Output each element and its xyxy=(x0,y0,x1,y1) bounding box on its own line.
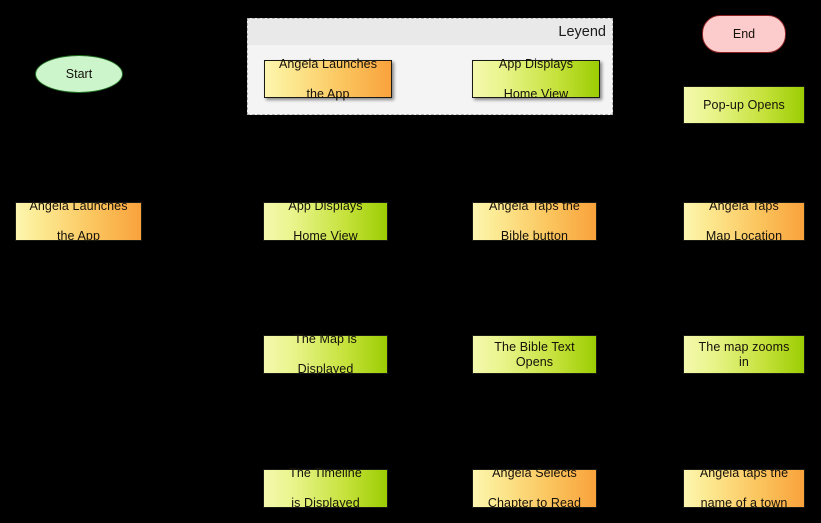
node-angela-taps-the-bible-button[interactable]: Angela Taps the Bible button xyxy=(472,199,597,244)
node-the-map-is-displayed[interactable]: The Map is Displayed xyxy=(263,332,388,377)
node-angela-selects-chapter-to-read[interactable]: Angela Selects Chapter to Read xyxy=(472,466,597,511)
node-the-map-zooms-in-line1: The map zooms in xyxy=(698,339,790,369)
legend-item-orange-label: Angela Launches the App xyxy=(271,57,385,102)
node-angela-taps-the-name-of-a-town[interactable]: Angela taps the name of a town xyxy=(683,466,805,511)
node-the-timeline-is-displayed-label: The Timeline is Displayed xyxy=(281,466,370,511)
node-angela-taps-map-location[interactable]: Angela Taps Map Location xyxy=(683,199,805,244)
node-app-displays-home-view[interactable]: App Displays Home View xyxy=(263,199,388,244)
node-popup-opens-label: Pop-up Opens xyxy=(695,98,793,113)
legend-header: Leyend xyxy=(248,19,612,45)
node-angela-taps-the-name-of-a-town-line2: name of a town xyxy=(700,496,788,510)
node-the-map-is-displayed-label: The Map is Displayed xyxy=(286,332,365,377)
node-the-timeline-is-displayed-line1: The Timeline xyxy=(289,466,362,480)
node-angela-taps-the-bible-button-label: Angela Taps the Bible button xyxy=(481,199,588,244)
node-angela-launches-the-app-label: Angela Launches the App xyxy=(21,199,135,244)
node-angela-taps-the-bible-button-line2: Bible button xyxy=(500,229,569,243)
node-angela-taps-the-name-of-a-town-line1: Angela taps the xyxy=(699,466,789,480)
legend-panel: Leyend Angela Launches the App App Displa… xyxy=(247,18,613,115)
node-angela-selects-chapter-to-read-line1: Angela Selects xyxy=(492,466,577,480)
node-angela-taps-map-location-label: Angela Taps Map Location xyxy=(698,199,790,244)
node-angela-taps-map-location-line2: Map Location xyxy=(705,229,783,243)
node-angela-taps-map-location-line1: Angela Taps xyxy=(709,199,779,213)
node-popup-opens[interactable]: Pop-up Opens xyxy=(683,86,805,124)
start-terminator[interactable]: Start xyxy=(35,55,123,93)
legend-item-orange-line1: Angela Launches xyxy=(278,56,378,71)
legend-item-green-line1: App Displays xyxy=(498,56,574,71)
node-angela-taps-the-name-of-a-town-label: Angela taps the name of a town xyxy=(692,466,796,511)
node-the-map-zooms-in-label: The map zooms in xyxy=(684,340,804,370)
node-app-displays-home-view-line2: Home View xyxy=(293,229,358,243)
legend-item-green-line2: Home View xyxy=(503,86,569,101)
node-angela-launches-the-app-line2: the App xyxy=(56,229,101,243)
node-the-bible-text-opens-label: The Bible Text Opens xyxy=(473,340,596,370)
node-angela-selects-chapter-to-read-label: Angela Selects Chapter to Read xyxy=(480,466,589,511)
node-app-displays-home-view-line1: App Displays xyxy=(288,199,363,213)
start-terminator-label: Start xyxy=(65,67,93,81)
node-the-bible-text-opens[interactable]: The Bible Text Opens xyxy=(472,335,597,374)
node-angela-selects-chapter-to-read-line2: Chapter to Read xyxy=(487,496,582,510)
node-the-timeline-is-displayed-line2: is Displayed xyxy=(291,496,360,510)
node-the-map-zooms-in[interactable]: The map zooms in xyxy=(683,335,805,374)
node-angela-launches-the-app[interactable]: Angela Launches the App xyxy=(15,199,142,244)
node-the-timeline-is-displayed[interactable]: The Timeline is Displayed xyxy=(263,466,388,511)
node-the-map-is-displayed-line2: Displayed xyxy=(297,362,354,376)
node-the-bible-text-opens-line1: The Bible Text Opens xyxy=(494,339,575,369)
end-terminator[interactable]: End xyxy=(702,15,786,53)
legend-item-orange-line2: the App xyxy=(306,86,350,101)
end-terminator-label: End xyxy=(732,27,756,41)
legend-title: Leyend xyxy=(558,24,606,40)
legend-item-orange: Angela Launches the App xyxy=(264,57,392,101)
diagram-canvas: Start End Leyend Angela Launches the App … xyxy=(0,0,821,523)
legend-item-green-label: App Displays Home View xyxy=(491,57,581,102)
node-angela-taps-the-bible-button-line1: Angela Taps the xyxy=(489,199,580,213)
legend-item-green: App Displays Home View xyxy=(472,57,600,101)
node-the-map-is-displayed-line1: The Map is xyxy=(294,332,357,346)
node-angela-launches-the-app-line1: Angela Launches xyxy=(29,199,128,213)
node-app-displays-home-view-label: App Displays Home View xyxy=(280,199,370,244)
node-popup-opens-line1: Pop-up Opens xyxy=(703,97,785,112)
